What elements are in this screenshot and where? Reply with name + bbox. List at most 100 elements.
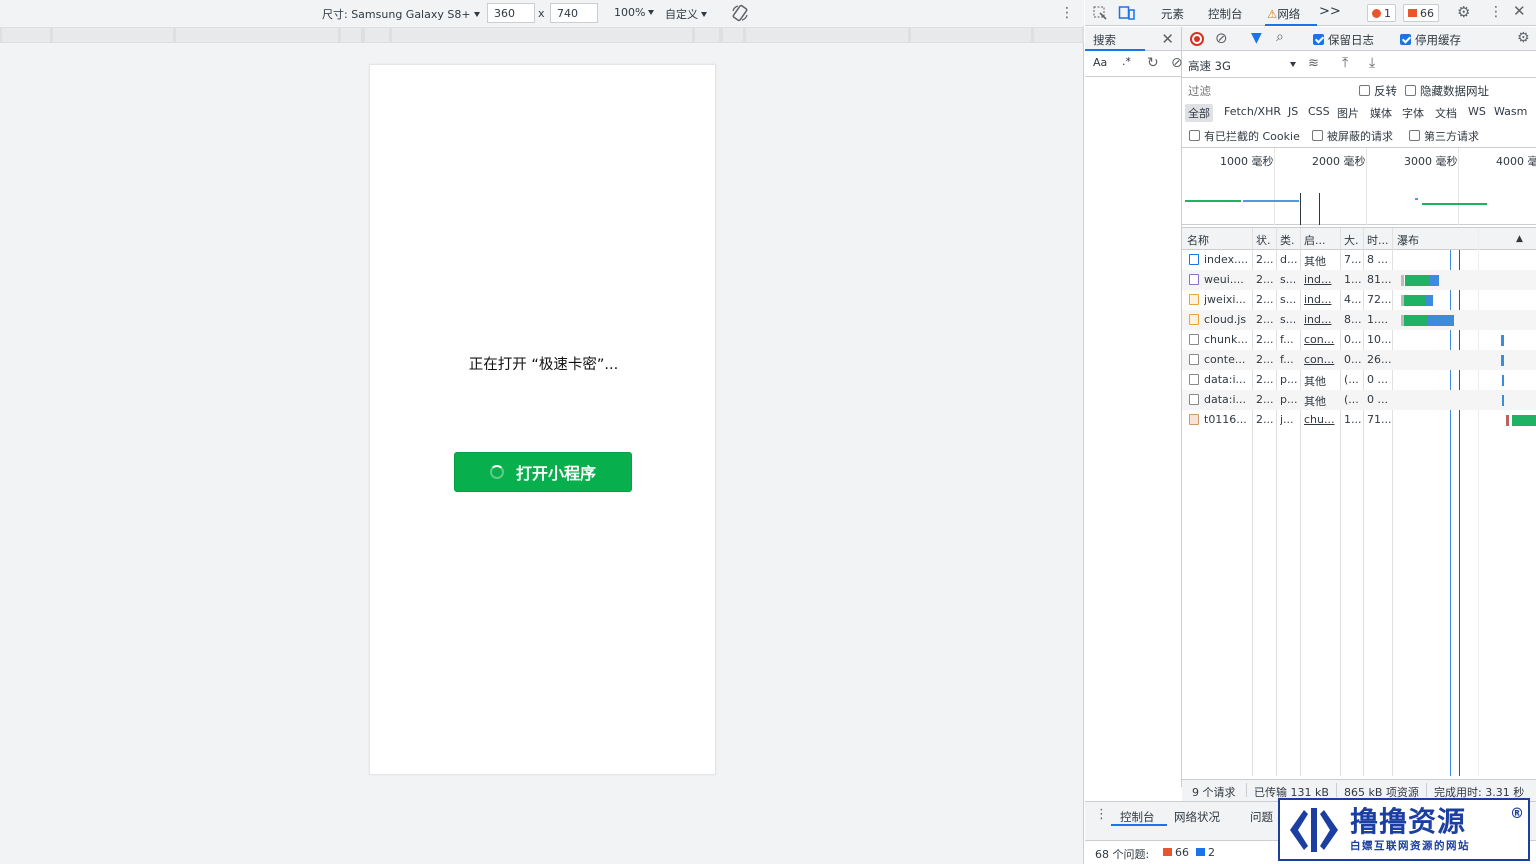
regex-toggle[interactable]: .*	[1122, 55, 1131, 68]
waterfall-bar	[1502, 375, 1504, 386]
cell-initiator[interactable]: con...	[1304, 333, 1338, 346]
column-header-name[interactable]: 名称	[1187, 232, 1209, 248]
type-filter-wasm[interactable]: Wasm	[1494, 105, 1527, 118]
height-input[interactable]	[550, 3, 598, 23]
checkbox-unchecked[interactable]	[1312, 130, 1323, 141]
cell-initiator[interactable]: 其他	[1304, 393, 1338, 409]
type-filter-all[interactable]: 全部	[1185, 104, 1213, 122]
tab-console[interactable]: 控制台	[1208, 6, 1243, 22]
blocked-requests-checkbox[interactable]: 被屏蔽的请求	[1312, 128, 1393, 144]
search-tab[interactable]: 搜索	[1093, 32, 1116, 48]
close-icon[interactable]: ✕	[1513, 4, 1526, 19]
tab-elements[interactable]: 元素	[1161, 6, 1184, 22]
tab-network[interactable]: ⚠网络	[1267, 6, 1300, 22]
type-filter-js[interactable]: JS	[1288, 105, 1298, 118]
zoom-selector[interactable]: 100%	[614, 6, 655, 19]
cell-initiator[interactable]: ind...	[1304, 313, 1338, 326]
checkbox-unchecked[interactable]	[1359, 85, 1370, 96]
search-icon[interactable]: ⌕	[1276, 30, 1284, 44]
cell-initiator[interactable]: con...	[1304, 353, 1338, 366]
error-badge[interactable]: 1	[1367, 4, 1396, 22]
drawer-tab-console[interactable]: 控制台	[1120, 809, 1155, 825]
settings-gear-icon[interactable]: ⚙	[1457, 5, 1470, 20]
device-selector[interactable]: 尺寸: Samsung Galaxy S8+	[322, 6, 480, 22]
type-filter-img[interactable]: 图片	[1337, 105, 1359, 121]
blocked-cookies-checkbox[interactable]: 有已拦截的 Cookie	[1189, 128, 1300, 144]
checkbox-unchecked[interactable]	[1409, 130, 1420, 141]
network-panel: ⊘ ▼ ⌕ 保留日志 停用缓存 ⚙ 高速 3G ≋ ⤒ ⤓ 反转 隐藏数据网址 …	[1182, 27, 1536, 801]
drawer-menu-icon[interactable]: ⋮	[1095, 808, 1108, 822]
checkbox-unchecked[interactable]	[1189, 130, 1200, 141]
close-icon[interactable]: ✕	[1161, 30, 1174, 48]
media-query-ruler[interactable]	[0, 27, 1084, 43]
table-row[interactable]: data:i... 2... p... 其他 (... 0 ...	[1182, 390, 1536, 410]
type-filter-xhr[interactable]: Fetch/XHR	[1224, 105, 1281, 118]
drawer-tab-issues[interactable]: 问题	[1250, 809, 1273, 825]
search-header: 搜索 ✕	[1085, 27, 1181, 51]
export-har-icon[interactable]: ⤓	[1369, 56, 1375, 70]
disable-cache-checkbox[interactable]: 停用缓存	[1400, 32, 1461, 48]
column-header-initiator[interactable]: 启...	[1304, 232, 1326, 248]
type-filter-media[interactable]: 媒体	[1370, 105, 1392, 121]
cell-initiator[interactable]: chu...	[1304, 413, 1338, 426]
issues-count-label[interactable]: 68 个问题:	[1095, 846, 1149, 862]
wifi-settings-icon[interactable]: ≋	[1308, 57, 1319, 71]
width-input[interactable]	[487, 3, 535, 23]
table-row[interactable]: chunk... 2... f... con... 0... 10...	[1182, 330, 1536, 350]
table-row[interactable]: jweixi... 2... s... ind... 4... 72...	[1182, 290, 1536, 310]
sort-ascending-icon[interactable]: ▲	[1516, 234, 1523, 244]
table-row[interactable]: conte... 2... f... con... 0... 26...	[1182, 350, 1536, 370]
table-row[interactable]: cloud.js 2... s... ind... 8... 1....	[1182, 310, 1536, 330]
filter-icon[interactable]: ▼	[1251, 31, 1262, 45]
chevron-down-icon[interactable]	[1290, 62, 1296, 67]
third-party-checkbox[interactable]: 第三方请求	[1409, 128, 1479, 144]
more-tabs-icon[interactable]: >>	[1319, 4, 1341, 19]
column-header-type[interactable]: 类.	[1280, 232, 1295, 248]
record-icon[interactable]	[1190, 32, 1204, 46]
column-header-size[interactable]: 大.	[1344, 232, 1359, 248]
table-row[interactable]: data:i... 2... p... 其他 (... 0 ...	[1182, 370, 1536, 390]
cell-initiator[interactable]: 其他	[1304, 373, 1338, 389]
settings-gear-icon[interactable]: ⚙	[1517, 31, 1530, 45]
preserve-log-checkbox[interactable]: 保留日志	[1313, 32, 1374, 48]
cell-initiator[interactable]: ind...	[1304, 293, 1338, 306]
clear-icon[interactable]: ⊘	[1171, 56, 1183, 70]
type-filter-ws[interactable]: WS	[1468, 105, 1486, 118]
table-row[interactable]: t0116... 2... j... chu... 1... 71...	[1182, 410, 1536, 430]
clear-log-icon[interactable]: ⊘	[1215, 31, 1228, 46]
type-filter-css[interactable]: CSS	[1308, 105, 1330, 118]
drawer-tab-network-conditions[interactable]: 网络状况	[1174, 809, 1220, 825]
inspect-element-icon[interactable]	[1092, 5, 1108, 21]
throttle-dropdown[interactable]: 高速 3G	[1188, 58, 1231, 74]
filter-input[interactable]	[1184, 81, 1342, 101]
type-filter-doc[interactable]: 文档	[1435, 105, 1457, 121]
device-toggle-icon[interactable]	[1118, 5, 1136, 21]
column-header-waterfall[interactable]: 瀑布	[1397, 232, 1419, 248]
checkbox-checked[interactable]	[1400, 34, 1411, 45]
type-filter-font[interactable]: 字体	[1402, 105, 1424, 121]
chevron-down-icon	[648, 10, 655, 15]
warning-badge[interactable]: 66	[1403, 4, 1439, 22]
more-options-icon[interactable]: ⋮	[1060, 6, 1074, 20]
cell-initiator[interactable]: 其他	[1304, 253, 1338, 269]
refresh-icon[interactable]: ↻	[1147, 56, 1159, 70]
cell-initiator[interactable]: ind...	[1304, 273, 1338, 286]
import-har-icon[interactable]: ⤒	[1342, 56, 1348, 70]
hide-data-urls-checkbox[interactable]: 隐藏数据网址	[1405, 83, 1489, 99]
checkbox-unchecked[interactable]	[1405, 85, 1416, 96]
rotate-icon[interactable]	[730, 3, 750, 23]
column-header-status[interactable]: 状.	[1256, 232, 1271, 248]
network-overview-timeline[interactable]: 1000 毫秒 2000 毫秒 3000 毫秒 4000 毫	[1182, 147, 1536, 225]
invert-checkbox[interactable]: 反转	[1359, 83, 1397, 99]
match-case-toggle[interactable]: Aa	[1093, 56, 1107, 69]
more-options-icon[interactable]: ⋮	[1489, 5, 1503, 19]
table-row[interactable]: weui.... 2... s... ind... 1... 81...	[1182, 270, 1536, 290]
column-header-time[interactable]: 时...	[1367, 232, 1389, 248]
table-row[interactable]: index.... 2... d... 其他 7... 8 ...	[1182, 250, 1536, 270]
issues-warning-badge[interactable]: 66	[1163, 846, 1189, 859]
checkbox-checked[interactable]	[1313, 34, 1324, 45]
issues-info-badge[interactable]: 2	[1196, 846, 1215, 859]
open-miniprogram-button[interactable]: 打开小程序	[454, 452, 632, 492]
throttle-selector[interactable]: 自定义	[665, 6, 707, 22]
disable-cache-label: 停用缓存	[1415, 33, 1461, 47]
